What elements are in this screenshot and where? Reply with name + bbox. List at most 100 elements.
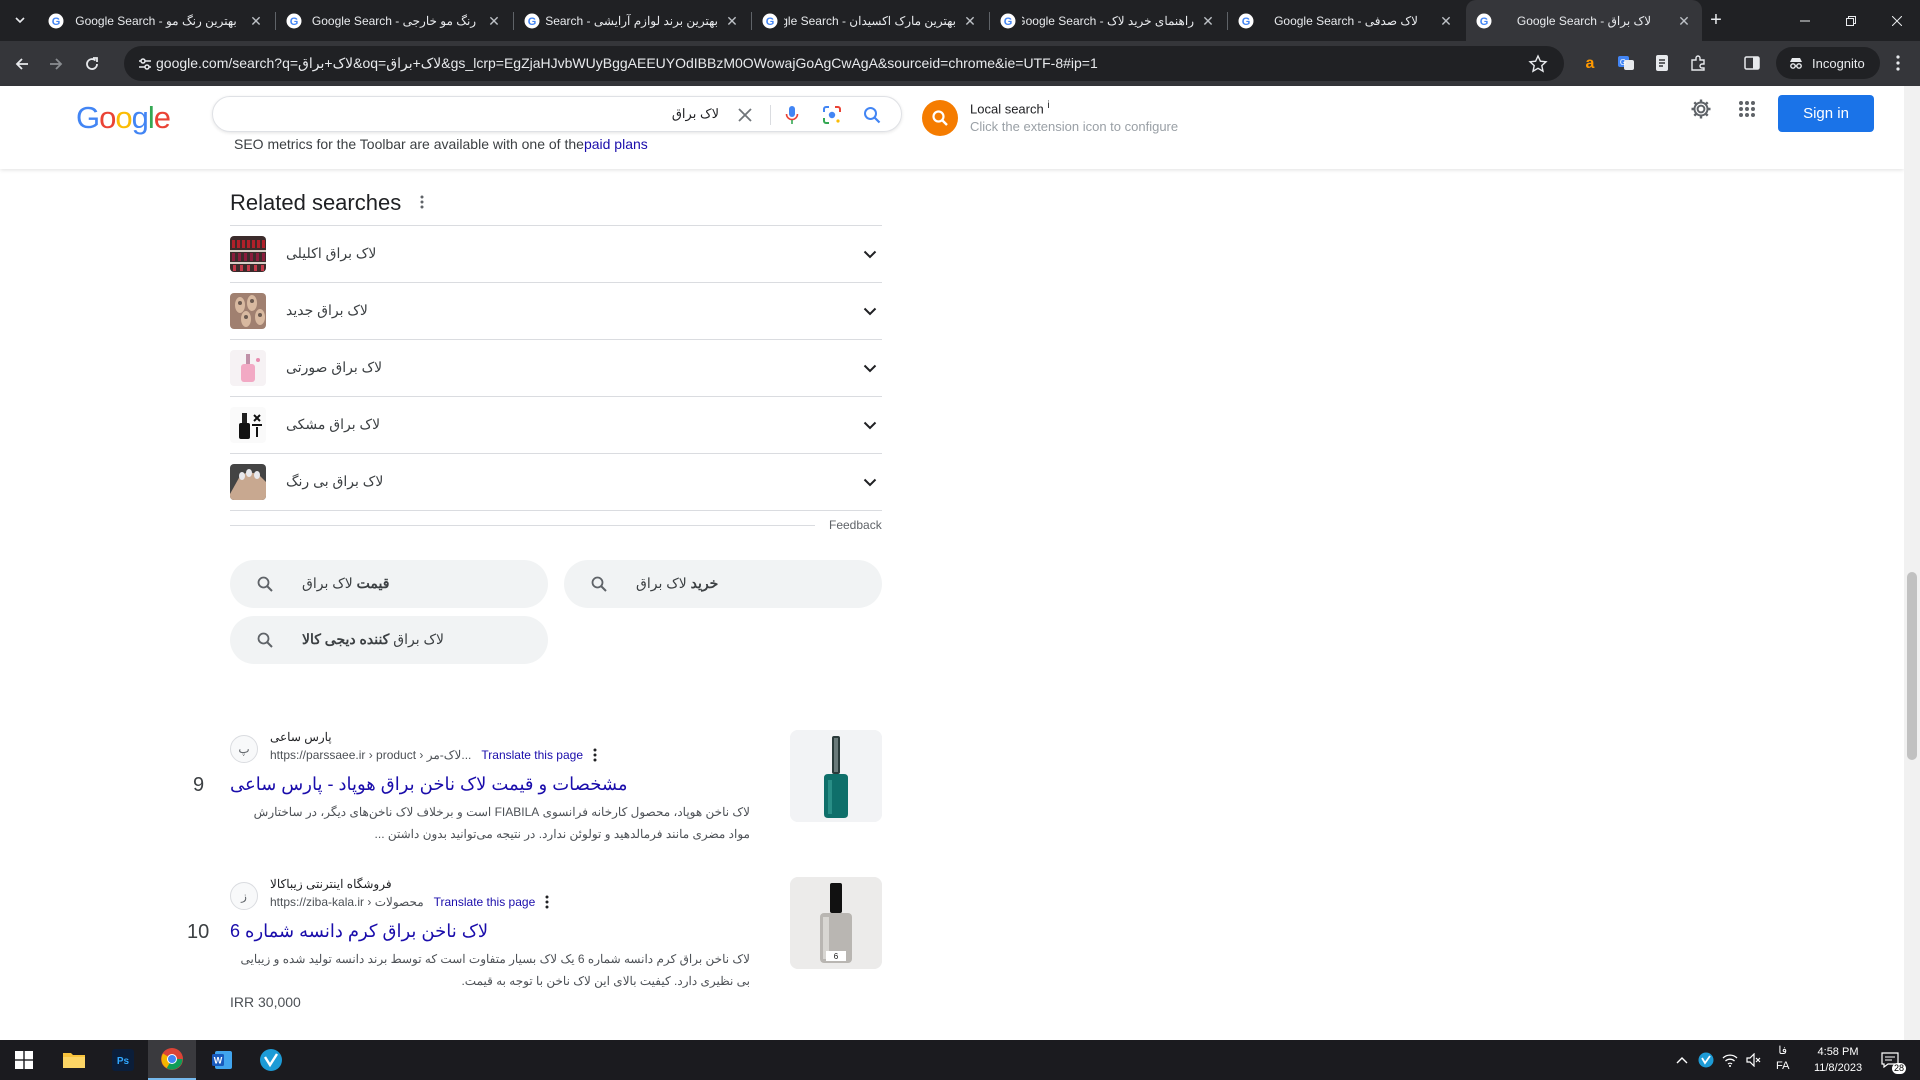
forward-button[interactable] (42, 50, 70, 78)
file-explorer-icon[interactable] (50, 1040, 98, 1080)
vpn-tray-icon[interactable] (1696, 1050, 1716, 1070)
side-panel-icon[interactable] (1742, 53, 1762, 73)
tab-close-icon[interactable]: ✕ (1676, 13, 1692, 29)
minimize-button[interactable] (1782, 0, 1828, 41)
tab-close-icon[interactable]: ✕ (724, 13, 740, 29)
restore-button[interactable] (1828, 0, 1874, 41)
related-search-item[interactable]: لاک براق مشکی (230, 397, 882, 454)
clear-search-icon[interactable] (734, 104, 756, 126)
wifi-icon[interactable] (1720, 1050, 1740, 1070)
reload-button[interactable] (78, 50, 106, 78)
tab-4[interactable]: G راهنمای خرید لاک - Google Search ✕ (990, 0, 1226, 41)
result-thumbnail[interactable]: 6 (790, 877, 882, 969)
notification-center-icon[interactable]: 28 (1876, 1046, 1906, 1074)
chrome-menu-icon[interactable] (1888, 53, 1908, 73)
address-bar[interactable]: google.com/search?q=لاک+براق&oq=لاک+براق… (124, 46, 1564, 81)
chevron-down-icon[interactable] (860, 415, 880, 435)
site-settings-icon[interactable] (136, 55, 154, 73)
result-more-icon[interactable] (545, 895, 549, 909)
tab-2[interactable]: G بهترین برند لوازم آرایشی - Search ✕ (514, 0, 750, 41)
result-title-link[interactable]: مشخصات و قیمت لاک ناخن براق هوپاد - پارس… (230, 774, 628, 795)
translate-link[interactable]: Translate this page (434, 895, 536, 909)
local-search-icon[interactable] (922, 100, 958, 136)
more-options-icon[interactable] (413, 193, 431, 211)
input-language-indicator[interactable]: فا FA (1776, 1044, 1789, 1074)
photoshop-icon[interactable]: Ps (99, 1040, 147, 1080)
start-button[interactable] (0, 1040, 48, 1080)
seo-toolbar-notice: SEO metrics for the Toolbar are availabl… (234, 136, 648, 152)
tab-3[interactable]: G بهترین مارک اکسیدان - Google Search ✕ (752, 0, 988, 41)
sign-in-button[interactable]: Sign in (1778, 95, 1874, 132)
bookmark-star-icon[interactable] (1528, 54, 1548, 74)
chrome-taskbar-icon[interactable] (148, 1040, 196, 1080)
extensions-puzzle-icon[interactable] (1688, 53, 1708, 73)
related-search-item[interactable]: لاک براق اکلیلی (230, 226, 882, 283)
tab-search-button[interactable] (8, 8, 32, 32)
paid-plans-link[interactable]: paid plans (584, 136, 648, 152)
svg-text:W: W (214, 1056, 223, 1066)
new-tab-button[interactable]: + (1704, 9, 1728, 33)
result-title-link[interactable]: لاک ناخن براق کرم دانسه شماره 6 (230, 921, 488, 942)
search-query-text[interactable]: لاک براق (672, 106, 719, 122)
chevron-down-icon[interactable] (860, 244, 880, 264)
related-searches-heading: Related searches (230, 190, 402, 215)
tab-close-icon[interactable]: ✕ (1438, 13, 1454, 29)
translate-link[interactable]: Translate this page (481, 748, 583, 762)
site-favicon[interactable]: پ (230, 735, 258, 763)
microphone-icon[interactable] (781, 104, 803, 126)
feedback-link[interactable]: Feedback (829, 518, 882, 532)
lens-camera-icon[interactable] (821, 104, 843, 126)
site-favicon[interactable]: ز (230, 882, 258, 910)
word-icon[interactable]: W (198, 1040, 246, 1080)
volume-muted-icon[interactable] (1744, 1050, 1764, 1070)
result-number: 9 (193, 774, 205, 796)
result-url[interactable]: https://parssaee.ir › product › لاک-مر..… (270, 748, 471, 762)
tab-6-active[interactable]: G لاک براق - Google Search ✕ (1466, 0, 1702, 41)
tab-1[interactable]: G رنگ مو خارجی - Google Search ✕ (276, 0, 512, 41)
back-button[interactable] (8, 50, 36, 78)
result-url[interactable]: https://ziba-kala.ir › محصولات (270, 895, 424, 909)
forward-arrow-icon (50, 58, 63, 70)
related-search-item[interactable]: لاک براق صورتی (230, 340, 882, 397)
chevron-down-icon[interactable] (860, 472, 880, 492)
search-box[interactable]: لاک براق (212, 96, 902, 132)
tab-5[interactable]: G لاک صدفی - Google Search ✕ (1228, 0, 1464, 41)
result-site-name[interactable]: پارس ساعی (270, 730, 332, 744)
document-extension-icon[interactable] (1652, 53, 1672, 73)
google-header: Google لاک براق SEO metrics for the Tool… (0, 86, 1904, 169)
vpn-app-icon[interactable] (247, 1040, 295, 1080)
related-chip[interactable]: لاک براق کننده دیجی کالا (230, 616, 548, 664)
result-site-name[interactable]: فروشگاه اینترنتی زیباکالا (270, 877, 392, 891)
related-chip[interactable]: قیمت لاک براق (230, 560, 548, 608)
local-search-title: Local search i (970, 100, 1178, 116)
taskbar-clock[interactable]: 4:58 PM 11/8/2023 (1806, 1044, 1870, 1076)
tab-close-icon[interactable]: ✕ (486, 13, 502, 29)
amazon-extension-icon[interactable]: a (1580, 53, 1600, 73)
local-search-extension[interactable]: Local search i Click the extension icon … (922, 100, 1178, 136)
scrollbar-thumb[interactable] (1907, 572, 1917, 760)
result-more-icon[interactable] (593, 748, 597, 762)
chevron-down-icon[interactable] (860, 301, 880, 321)
incognito-label: Incognito (1812, 55, 1865, 71)
translate-extension-icon[interactable]: G (1616, 53, 1636, 73)
result-thumbnail[interactable] (790, 730, 882, 822)
google-logo[interactable]: Google (76, 100, 171, 136)
incognito-indicator[interactable]: Incognito (1776, 47, 1880, 79)
related-chip[interactable]: خرید لاک براق (564, 560, 882, 608)
tab-close-icon[interactable]: ✕ (248, 13, 264, 29)
tab-close-icon[interactable]: ✕ (1200, 13, 1216, 29)
tab-close-icon[interactable]: ✕ (962, 13, 978, 29)
google-apps-icon[interactable] (1735, 97, 1759, 121)
search-submit-icon[interactable] (861, 104, 883, 126)
related-search-item[interactable]: لاک براق بی رنگ (230, 454, 882, 511)
show-hidden-icons-chevron-up-icon[interactable] (1672, 1050, 1692, 1070)
svg-text:G: G (528, 16, 537, 28)
local-search-info-icon[interactable]: i (1047, 100, 1049, 111)
reload-icon (86, 57, 98, 70)
close-window-button[interactable] (1874, 0, 1920, 41)
tab-0[interactable]: G بهترین رنگ مو - Google Search ✕ (38, 0, 274, 41)
related-search-item[interactable]: لاک براق جدید (230, 283, 882, 340)
page-scrollbar[interactable] (1904, 86, 1920, 1040)
settings-gear-icon[interactable] (1689, 97, 1713, 121)
chevron-down-icon[interactable] (860, 358, 880, 378)
